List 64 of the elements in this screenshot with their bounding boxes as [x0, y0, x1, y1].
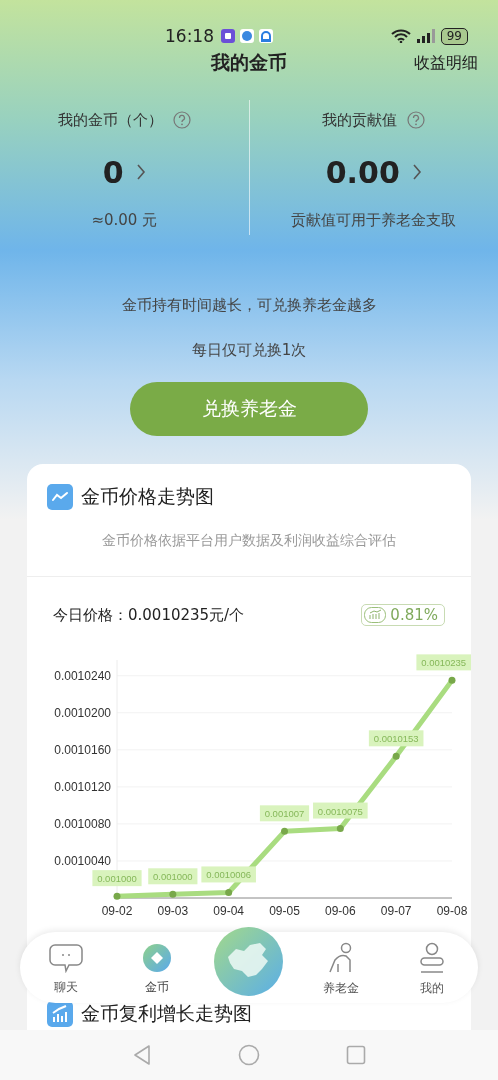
battery-icon: 99: [440, 27, 468, 45]
app-notification-icon: [259, 29, 273, 43]
value-label: 0.0010075: [313, 802, 368, 819]
value-label: 0.0010006: [201, 866, 256, 883]
wifi-icon: [390, 29, 411, 43]
app-notification-icon: [240, 29, 254, 43]
help-icon[interactable]: [407, 111, 426, 129]
value-label: 0.001007: [259, 805, 310, 822]
data-point: [336, 825, 344, 833]
app-notification-icon: [221, 29, 235, 43]
value-label: 0.001000: [92, 870, 142, 887]
earnings-detail-link[interactable]: 收益明细: [414, 52, 478, 74]
x-tick-label: 09-06: [325, 904, 356, 918]
home-icon[interactable]: [238, 1044, 260, 1066]
today-price: 今日价格：0.0010235元/个: [53, 605, 245, 625]
stat-value[interactable]: 0.00: [325, 154, 400, 190]
x-tick-label: 09-03: [157, 904, 189, 918]
data-point: [448, 676, 456, 684]
card-title: 金币复利增长走势图: [81, 1001, 252, 1026]
y-tick-label: 0.0010080: [54, 816, 111, 831]
page-title: 我的金币: [211, 50, 287, 75]
change-percent: 0.81%: [390, 606, 438, 624]
info-text: 金币持有时间越长，可兑换养老金越多: [121, 295, 377, 316]
nav-tab[interactable]: 金币: [111, 939, 204, 996]
data-point: [225, 888, 233, 896]
signal-icon: [415, 28, 436, 44]
stat-note: 贡献值可用于养老金支取: [291, 210, 457, 231]
stat-label: 我的金币（个）: [57, 110, 163, 130]
stat-value[interactable]: 0: [102, 154, 124, 190]
x-tick-label: 09-07: [380, 904, 412, 918]
value-label: 0.0010235: [416, 654, 471, 671]
stat-note: ≈0.00 元: [91, 210, 158, 231]
x-tick-label: 09-05: [269, 904, 300, 918]
status-time: 16:18: [165, 26, 214, 46]
value-label: 0.001000: [148, 868, 198, 885]
stat-label: 我的贡献值: [322, 110, 398, 130]
card-subtitle: 金币价格依据平台用户数据及利润收益综合评估: [27, 530, 471, 577]
data-point: [169, 890, 177, 898]
nav-tab[interactable]: 聊天: [20, 939, 112, 996]
chevron-right-icon[interactable]: [135, 163, 146, 181]
chat-bubble-icon: [48, 943, 83, 973]
data-point: [392, 752, 400, 760]
map-button[interactable]: [214, 927, 283, 996]
card-title: 金币价格走势图: [81, 484, 214, 509]
bar-chart-icon: [364, 607, 387, 623]
y-tick-label: 0.0010240: [54, 668, 111, 683]
nav-tab[interactable]: 养老金: [294, 938, 387, 997]
value-label: 0.0010153: [368, 730, 424, 747]
chevron-right-icon[interactable]: [411, 163, 422, 181]
y-tick-label: 0.0010040: [54, 853, 111, 868]
y-tick-label: 0.0010120: [54, 779, 111, 794]
data-point: [113, 892, 121, 900]
x-tick-label: 09-04: [213, 904, 244, 918]
user-icon: [418, 942, 447, 974]
x-tick-label: 09-02: [101, 904, 133, 918]
x-tick-label: 09-08: [436, 904, 468, 918]
y-tick-label: 0.0010160: [54, 742, 111, 757]
help-icon[interactable]: [172, 111, 191, 129]
y-tick-label: 0.0010200: [54, 705, 111, 720]
back-icon[interactable]: [132, 1044, 152, 1066]
info-text: 每日仅可兑换1次: [191, 340, 307, 361]
recent-apps-icon[interactable]: [346, 1045, 366, 1065]
data-point: [281, 827, 288, 835]
nav-tab[interactable]: 我的: [386, 938, 478, 997]
